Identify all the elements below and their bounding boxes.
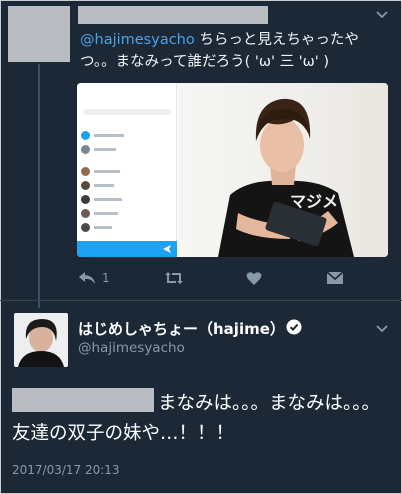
reply-tweet-text: @hajimesyacho ちらっと見えちゃったやつ。。まなみって誰だろう( '… (80, 29, 390, 73)
tweet-timestamp[interactable]: 2017/03/17 20:13 (12, 463, 120, 477)
reply-tweet[interactable]: @hajimesyacho ちらっと見えちゃったやつ。。まなみって誰だろう( '… (0, 0, 402, 308)
redacted-avatar (8, 6, 70, 62)
reply-icon (79, 272, 95, 284)
chevron-down-icon[interactable] (376, 324, 388, 334)
like-button[interactable] (246, 268, 262, 288)
heart-icon (246, 271, 262, 285)
svg-text:マジメ: マジメ (290, 192, 338, 211)
mention-link[interactable]: @hajimesyacho (80, 32, 195, 48)
display-name[interactable]: はじめしゃちょー（hajime） (78, 318, 285, 339)
reply-count: 1 (102, 271, 110, 285)
retweet-button[interactable] (164, 268, 184, 288)
chevron-down-icon[interactable] (376, 10, 388, 20)
tweet-actions: 1 (78, 268, 358, 288)
retweet-icon (165, 272, 183, 284)
reply-button[interactable]: 1 (78, 268, 110, 288)
verified-badge-icon (286, 319, 302, 335)
message-button[interactable] (326, 268, 344, 288)
envelope-icon (326, 271, 344, 284)
redacted-username (78, 6, 268, 24)
user-handle[interactable]: @hajimesyacho (78, 340, 185, 356)
divider (0, 300, 402, 301)
thread-line (38, 64, 40, 308)
media-photo: マジメ (178, 83, 388, 257)
tweet-media[interactable]: マジメ (77, 83, 388, 257)
main-tweet-text: まなみは。。。まなみは。。。友達の双子の妹や…！！！ (12, 388, 392, 449)
avatar[interactable] (14, 313, 68, 367)
redacted-name (12, 388, 154, 412)
media-phone-screenshot (77, 83, 177, 257)
